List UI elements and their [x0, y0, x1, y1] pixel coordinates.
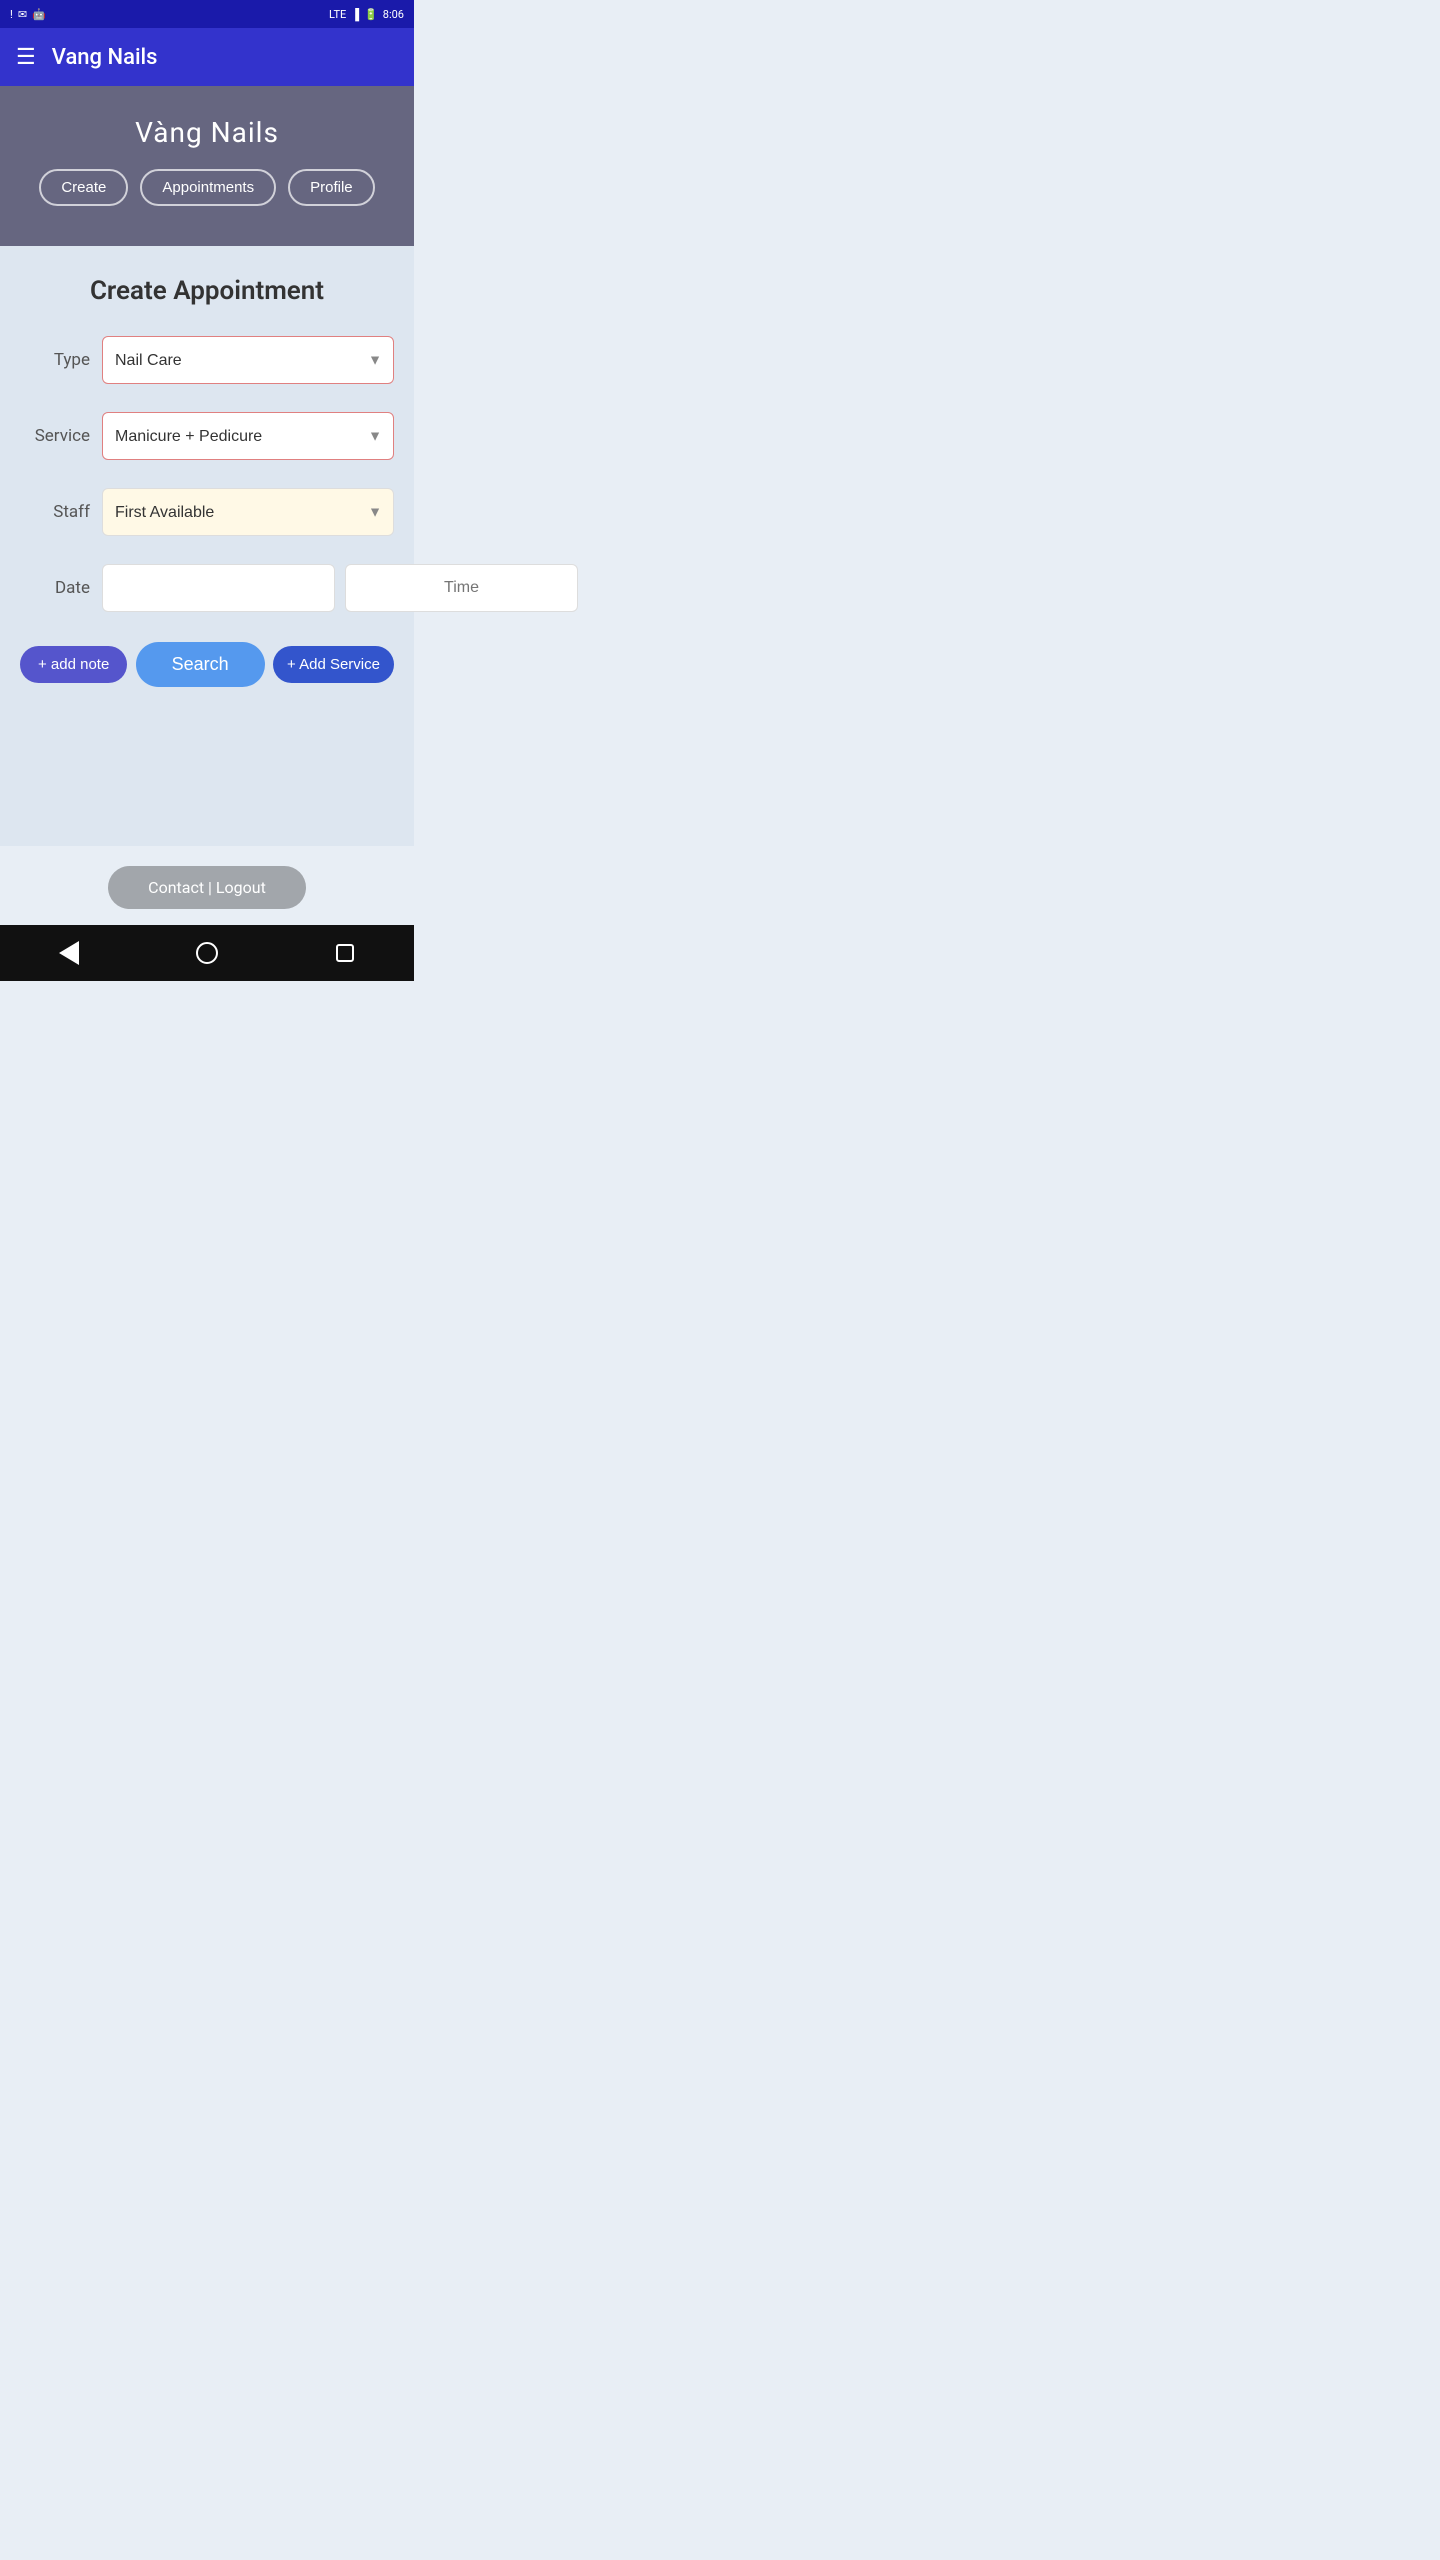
service-select[interactable]: Manicure + Pedicure Manicure Pedicure — [102, 412, 394, 460]
android-nav-bar — [0, 925, 414, 981]
app-title: Vang Nails — [52, 45, 158, 70]
footer: Contact | Logout — [0, 846, 414, 925]
service-label: Service — [20, 426, 90, 446]
back-icon — [59, 941, 79, 965]
service-select-wrapper: Manicure + Pedicure Manicure Pedicure ▼ — [102, 412, 394, 460]
hero-nav-buttons: Create Appointments Profile — [39, 169, 374, 206]
home-icon — [196, 942, 218, 964]
status-bar: ! ✉ 🤖 LTE ▐ 🔋 8:06 — [0, 0, 414, 28]
date-label: Date — [20, 578, 90, 598]
search-button[interactable]: Search — [136, 642, 265, 687]
profile-button[interactable]: Profile — [288, 169, 375, 206]
staff-select-wrapper: First Available Staff 1 Staff 2 ▼ — [102, 488, 394, 536]
type-select[interactable]: Nail Care Hair Waxing — [102, 336, 394, 384]
date-time-wrapper — [102, 564, 578, 612]
service-field-group: Service Manicure + Pedicure Manicure Ped… — [20, 412, 394, 460]
create-button[interactable]: Create — [39, 169, 128, 206]
status-left-icons: ! ✉ 🤖 — [10, 8, 46, 21]
recents-button[interactable] — [325, 933, 365, 973]
action-row: + add note Search + Add Service — [20, 642, 394, 687]
recents-icon — [336, 944, 354, 962]
type-label: Type — [20, 350, 90, 370]
back-button[interactable] — [49, 933, 89, 973]
footer-links[interactable]: Contact | Logout — [108, 866, 306, 909]
home-button[interactable] — [187, 933, 227, 973]
top-nav-bar: ☰ Vang Nails — [0, 28, 414, 86]
battery-icon: 🔋 — [364, 8, 378, 21]
type-select-wrapper: Nail Care Hair Waxing ▼ — [102, 336, 394, 384]
type-field-group: Type Nail Care Hair Waxing ▼ — [20, 336, 394, 384]
signal-icon: ▐ — [351, 8, 359, 21]
date-input[interactable] — [102, 564, 335, 612]
message-icon: ✉ — [18, 8, 27, 21]
appointments-button[interactable]: Appointments — [140, 169, 276, 206]
add-note-button[interactable]: + add note — [20, 646, 127, 683]
notification-icon: ! — [10, 8, 13, 21]
time-input[interactable] — [345, 564, 578, 612]
main-content: Create Appointment Type Nail Care Hair W… — [0, 246, 414, 846]
salon-name: Vàng Nails — [135, 116, 279, 149]
staff-label: Staff — [20, 502, 90, 522]
android-icon: 🤖 — [32, 8, 46, 21]
add-service-button[interactable]: + Add Service — [273, 646, 394, 683]
hamburger-menu-icon[interactable]: ☰ — [16, 45, 36, 70]
network-type: LTE — [329, 8, 346, 21]
section-title: Create Appointment — [20, 276, 394, 306]
clock: 8:06 — [383, 8, 404, 21]
date-field-group: Date — [20, 564, 394, 612]
staff-field-group: Staff First Available Staff 1 Staff 2 ▼ — [20, 488, 394, 536]
hero-section: Vàng Nails Create Appointments Profile — [0, 86, 414, 246]
status-right-icons: LTE ▐ 🔋 8:06 — [329, 8, 404, 21]
staff-select[interactable]: First Available Staff 1 Staff 2 — [102, 488, 394, 536]
